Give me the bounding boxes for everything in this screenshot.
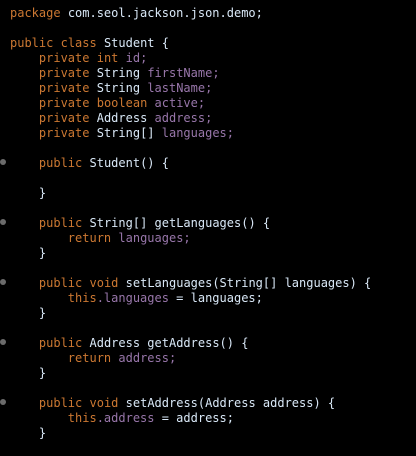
return-keyword: return bbox=[67, 351, 112, 365]
code-line-field: private boolean active; bbox=[10, 96, 205, 111]
code-line-field: private String lastName; bbox=[10, 81, 212, 96]
fold-marker-icon[interactable] bbox=[0, 399, 6, 405]
field-name: languages; bbox=[161, 126, 234, 140]
code-line-assign: this.address = address; bbox=[10, 411, 234, 426]
field-type: boolean bbox=[96, 96, 148, 110]
return-value: languages; bbox=[118, 231, 191, 245]
close-brace: } bbox=[38, 186, 47, 200]
field-type: int bbox=[96, 51, 119, 65]
code-line-field: private String[] languages; bbox=[10, 126, 234, 141]
field-type: String bbox=[96, 66, 141, 80]
fold-marker-icon[interactable] bbox=[0, 279, 6, 285]
code-line-close-brace: } bbox=[10, 306, 46, 321]
public-keyword: public bbox=[38, 216, 83, 230]
close-brace: } bbox=[38, 246, 47, 260]
field-name: address; bbox=[154, 111, 213, 125]
code-editor[interactable]: package com.seol.jackson.json.demo; publ… bbox=[0, 0, 416, 456]
code-line-close-brace: } bbox=[10, 426, 46, 441]
void-keyword: void bbox=[89, 276, 119, 290]
code-line-method: public Address getAddress() { bbox=[10, 336, 249, 351]
package-name: com.seol.jackson.json.demo; bbox=[67, 6, 263, 20]
method-signature: String[] getLanguages() { bbox=[89, 216, 271, 230]
assigned-field: .address bbox=[96, 411, 155, 425]
code-line-close-brace: } bbox=[10, 246, 46, 261]
fold-marker-icon[interactable] bbox=[0, 159, 6, 165]
code-line-return: return address; bbox=[10, 351, 176, 366]
code-line-package: package com.seol.jackson.json.demo; bbox=[10, 6, 263, 21]
code-line-return: return languages; bbox=[10, 231, 191, 246]
field-type: Address bbox=[96, 111, 148, 125]
private-keyword: private bbox=[38, 96, 90, 110]
code-line-ctor: public Student() { bbox=[10, 156, 169, 171]
assign-rest: = languages; bbox=[168, 291, 263, 305]
code-line-assign: this.languages = languages; bbox=[10, 291, 263, 306]
method-signature: setLanguages(String[] languages) { bbox=[125, 276, 372, 290]
field-name: active; bbox=[154, 96, 206, 110]
class-keyword: class bbox=[60, 36, 97, 50]
this-keyword: this bbox=[67, 411, 97, 425]
private-keyword: private bbox=[38, 81, 90, 95]
code-line-close-brace: } bbox=[10, 366, 46, 381]
close-brace: } bbox=[38, 306, 47, 320]
fold-marker-icon[interactable] bbox=[0, 339, 6, 345]
private-keyword: private bbox=[38, 126, 90, 140]
class-name: Student { bbox=[103, 36, 169, 50]
void-keyword: void bbox=[89, 396, 119, 410]
code-line-method: public void setAddress(Address address) … bbox=[10, 396, 335, 411]
code-line-method: public String[] getLanguages() { bbox=[10, 216, 270, 231]
package-keyword: package bbox=[10, 6, 61, 20]
close-brace: } bbox=[38, 426, 47, 440]
close-brace: } bbox=[38, 366, 47, 380]
public-keyword: public bbox=[38, 396, 83, 410]
field-type: String[] bbox=[96, 126, 155, 140]
code-line-field: private int id; bbox=[10, 51, 147, 66]
code-line-class-decl: public class Student { bbox=[10, 36, 169, 51]
private-keyword: private bbox=[38, 66, 90, 80]
field-name: lastName; bbox=[147, 81, 213, 95]
code-line-close-brace: } bbox=[10, 186, 46, 201]
assign-rest: = address; bbox=[154, 411, 234, 425]
field-name: id; bbox=[125, 51, 148, 65]
code-line-field: private String firstName; bbox=[10, 66, 220, 81]
public-keyword: public bbox=[38, 276, 83, 290]
method-signature: setAddress(Address address) { bbox=[125, 396, 336, 410]
private-keyword: private bbox=[38, 111, 90, 125]
this-keyword: this bbox=[67, 291, 97, 305]
public-keyword: public bbox=[10, 36, 54, 50]
assigned-field: .languages bbox=[96, 291, 169, 305]
field-name: firstName; bbox=[147, 66, 220, 80]
method-signature: Address getAddress() { bbox=[89, 336, 249, 350]
return-keyword: return bbox=[67, 231, 112, 245]
public-keyword: public bbox=[38, 336, 83, 350]
fold-marker-icon[interactable] bbox=[0, 219, 6, 225]
ctor-signature: Student() { bbox=[89, 156, 169, 170]
code-line-field: private Address address; bbox=[10, 111, 212, 126]
public-keyword: public bbox=[38, 156, 83, 170]
return-value: address; bbox=[118, 351, 177, 365]
field-type: String bbox=[96, 81, 141, 95]
code-line-method: public void setLanguages(String[] langua… bbox=[10, 276, 371, 291]
private-keyword: private bbox=[38, 51, 90, 65]
